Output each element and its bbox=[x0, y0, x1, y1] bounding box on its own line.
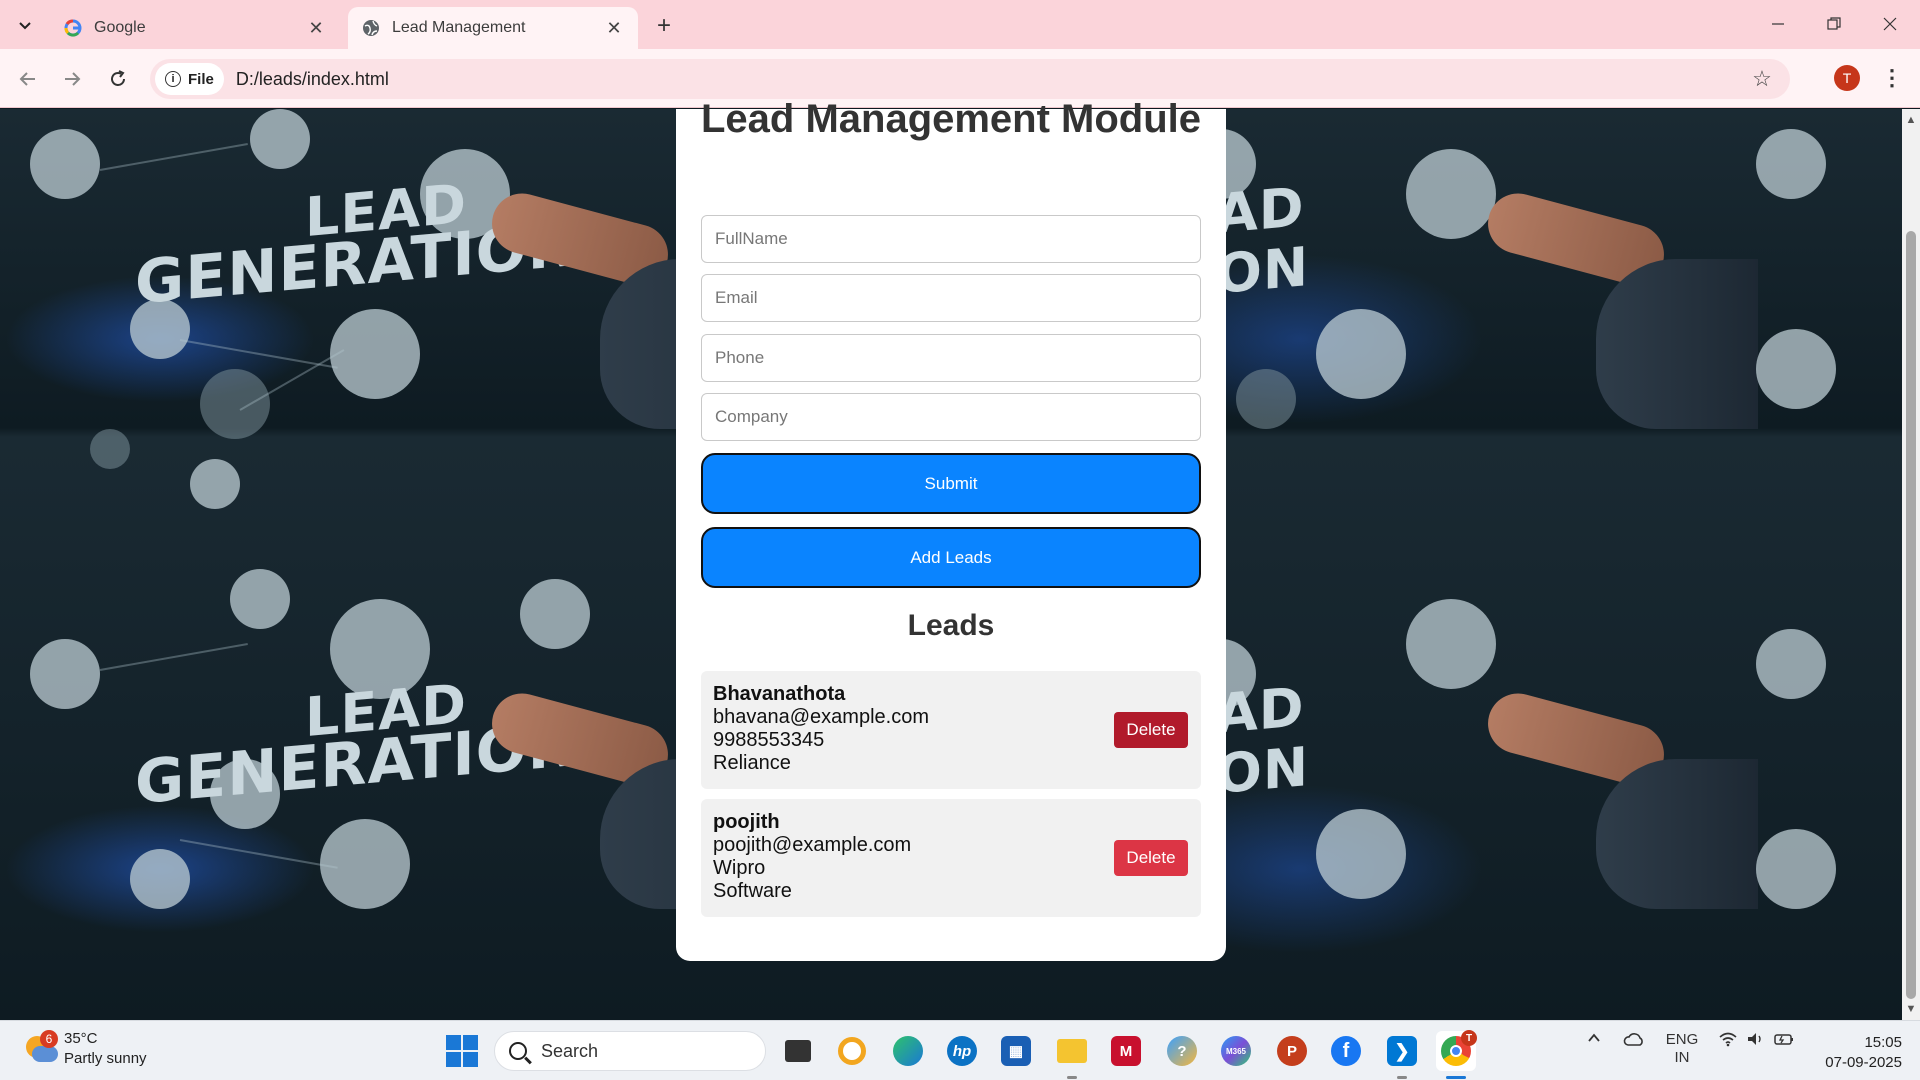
search-label: Search bbox=[541, 1040, 599, 1061]
chevron-up-icon[interactable] bbox=[1584, 1031, 1604, 1045]
arrow-right-icon bbox=[65, 72, 81, 86]
page-scrollbar[interactable]: ▲ ▼ bbox=[1902, 109, 1920, 1020]
powerpoint-icon[interactable]: P bbox=[1272, 1031, 1312, 1071]
temperature: 35°C bbox=[64, 1030, 98, 1047]
add-leads-button[interactable]: Add Leads bbox=[701, 527, 1201, 588]
taskbar-search[interactable]: Search bbox=[494, 1031, 766, 1071]
minimize-icon bbox=[1772, 23, 1784, 25]
lead-company: Software bbox=[713, 880, 792, 902]
file-explorer-icon[interactable] bbox=[1052, 1031, 1092, 1079]
forward-button[interactable] bbox=[56, 63, 88, 95]
vscode-icon[interactable]: ❯ bbox=[1382, 1031, 1422, 1079]
generation-bg-text: ON bbox=[1226, 234, 1310, 307]
opera-icon[interactable] bbox=[832, 1031, 872, 1071]
lead-name: poojith bbox=[713, 811, 780, 833]
task-view-icon[interactable] bbox=[778, 1031, 818, 1071]
site-info-chip[interactable]: i File bbox=[155, 63, 224, 95]
fullname-input[interactable]: FullName bbox=[701, 215, 1201, 263]
close-window-button[interactable] bbox=[1870, 8, 1910, 40]
weather-description: Partly sunny bbox=[64, 1050, 147, 1067]
generation-bg-text: ON bbox=[1226, 734, 1310, 807]
copilot-icon[interactable]: ? bbox=[1162, 1031, 1202, 1071]
close-icon[interactable]: ✕ bbox=[604, 18, 624, 38]
hp-icon[interactable]: hp bbox=[942, 1031, 982, 1071]
mcafee-icon[interactable]: M bbox=[1106, 1031, 1146, 1071]
leads-heading: Leads bbox=[907, 609, 995, 642]
submit-button[interactable]: Submit bbox=[701, 453, 1201, 514]
microsoft-store-icon[interactable]: ▦ bbox=[996, 1031, 1036, 1071]
system-clock[interactable]: 15:05 07-09-2025 bbox=[1810, 1033, 1902, 1073]
edge-icon[interactable] bbox=[888, 1031, 928, 1071]
profile-avatar[interactable]: T bbox=[1834, 65, 1860, 91]
tab-google[interactable]: Google ✕ bbox=[50, 7, 340, 49]
url-text[interactable]: D:/leads/index.html bbox=[236, 69, 389, 90]
address-bar[interactable]: i File D:/leads/index.html ☆ bbox=[150, 59, 1790, 99]
company-input[interactable]: Company bbox=[701, 393, 1201, 441]
search-icon bbox=[509, 1042, 527, 1060]
clock-time: 15:05 bbox=[1864, 1034, 1902, 1051]
close-icon[interactable]: ✕ bbox=[306, 18, 326, 38]
email-input[interactable]: Email bbox=[701, 274, 1201, 322]
tab-lead-management[interactable]: Lead Management ✕ bbox=[348, 7, 638, 49]
region-label: IN bbox=[1674, 1049, 1690, 1066]
lead-form-card: Lead Management Module FullName Email Ph… bbox=[676, 97, 1226, 961]
close-icon bbox=[1883, 17, 1897, 31]
start-button[interactable] bbox=[446, 1035, 478, 1067]
chrome-icon[interactable]: T bbox=[1436, 1030, 1477, 1079]
weather-icon: 6 bbox=[24, 1030, 58, 1066]
lead-bg-text: AD bbox=[1226, 175, 1305, 246]
reload-button[interactable] bbox=[102, 63, 134, 95]
wifi-icon[interactable] bbox=[1716, 1031, 1740, 1047]
globe-icon bbox=[363, 20, 379, 36]
background-image-tile: AD ON bbox=[1226, 509, 1902, 909]
language-label: ENG bbox=[1665, 1031, 1699, 1048]
arrow-left-icon bbox=[19, 72, 35, 86]
lead-company: Reliance bbox=[713, 752, 791, 774]
more-menu-icon[interactable]: ⋮ bbox=[1880, 63, 1904, 93]
chevron-down-icon bbox=[19, 22, 31, 30]
new-tab-button[interactable]: + bbox=[650, 12, 678, 40]
back-button[interactable] bbox=[12, 63, 44, 95]
lead-list-item: Bhavanathota bhavana@example.com 9988553… bbox=[701, 671, 1201, 789]
info-icon: i bbox=[165, 71, 181, 87]
microsoft-365-icon[interactable]: M365 bbox=[1216, 1031, 1256, 1071]
delete-button[interactable]: Delete bbox=[1114, 712, 1188, 748]
lead-list-item: poojith poojith@example.com Wipro Softwa… bbox=[701, 799, 1201, 917]
volume-icon[interactable] bbox=[1744, 1031, 1768, 1047]
weather-badge: 6 bbox=[40, 1030, 58, 1048]
tab-title: Google bbox=[94, 19, 146, 36]
lead-bg-text: AD bbox=[1226, 675, 1305, 746]
scroll-down-icon[interactable]: ▼ bbox=[1905, 1002, 1917, 1016]
restore-icon bbox=[1827, 17, 1841, 30]
site-chip-label: File bbox=[188, 70, 214, 88]
lead-name: Bhavanathota bbox=[713, 683, 846, 705]
clock-date: 07-09-2025 bbox=[1825, 1054, 1902, 1071]
onedrive-icon[interactable] bbox=[1620, 1031, 1648, 1049]
scrollbar-thumb[interactable] bbox=[1906, 231, 1916, 999]
windows-logo-icon bbox=[446, 1035, 461, 1050]
weather-widget[interactable]: 6 35°C Partly sunny bbox=[24, 1029, 147, 1069]
scroll-up-icon[interactable]: ▲ bbox=[1905, 113, 1917, 127]
delete-button[interactable]: Delete bbox=[1114, 840, 1188, 876]
page-title: Lead Management Module bbox=[700, 97, 1202, 141]
background-image-tile: AD ON bbox=[1226, 109, 1902, 509]
language-indicator[interactable]: ENG IN bbox=[1662, 1031, 1702, 1067]
facebook-icon[interactable]: f bbox=[1326, 1031, 1366, 1071]
restore-button[interactable] bbox=[1814, 8, 1854, 40]
phone-input[interactable]: Phone bbox=[701, 334, 1201, 382]
reload-icon bbox=[111, 70, 125, 86]
windows-taskbar: 6 35°C Partly sunny Search hp ▦ M ? M365 bbox=[0, 1020, 1920, 1080]
tab-search-button[interactable] bbox=[8, 9, 42, 41]
browser-titlebar: Google ✕ Lead Management ✕ + bbox=[0, 0, 1920, 49]
star-icon[interactable]: ☆ bbox=[1750, 66, 1774, 91]
battery-icon[interactable] bbox=[1772, 1031, 1796, 1047]
minimize-button[interactable] bbox=[1758, 8, 1798, 40]
google-icon bbox=[64, 19, 82, 37]
tab-title: Lead Management bbox=[392, 19, 526, 36]
